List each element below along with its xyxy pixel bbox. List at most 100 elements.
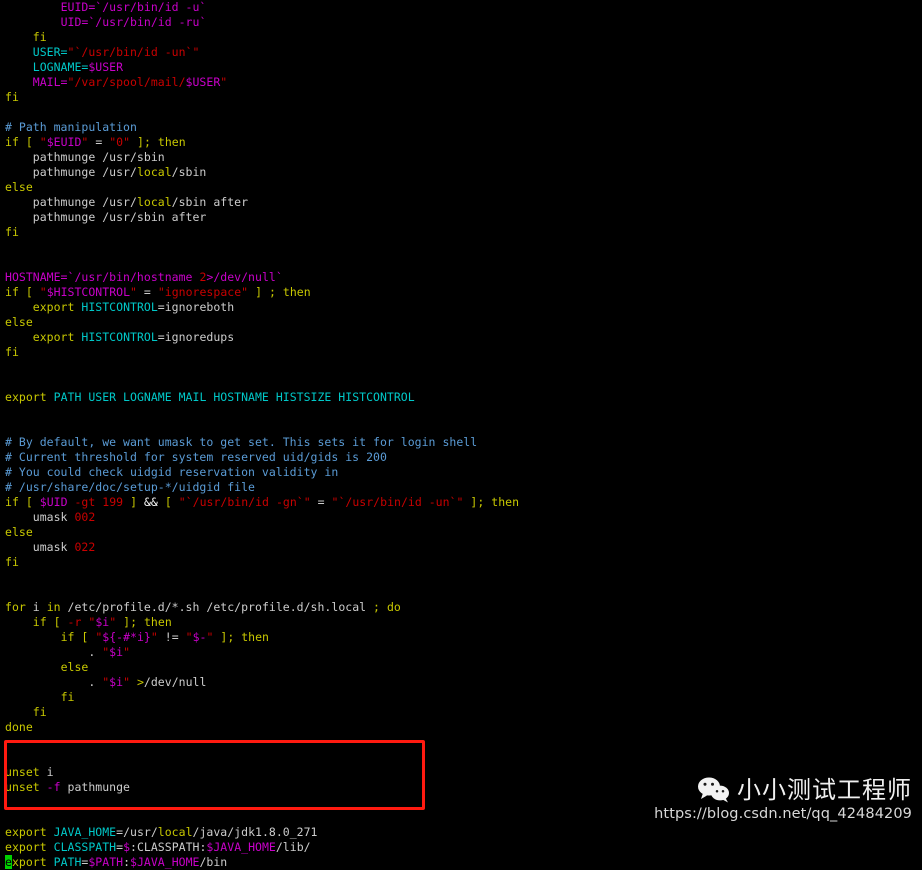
code-line[interactable]: . "$i" [5, 645, 922, 660]
code-line[interactable]: export PATH=$PATH:$JAVA_HOME/bin [5, 855, 922, 870]
code-line[interactable]: export PATH USER LOGNAME MAIL HOSTNAME H… [5, 390, 922, 405]
code-line[interactable]: fi [5, 555, 922, 570]
code-token: "ignorespace" [157, 285, 249, 299]
code-line[interactable]: export HISTCONTROL=ignoreboth [5, 300, 922, 315]
code-token: " [130, 285, 137, 299]
code-line[interactable]: fi [5, 225, 922, 240]
code-line[interactable]: umask 022 [5, 540, 922, 555]
code-line[interactable]: pathmunge /usr/sbin [5, 150, 922, 165]
code-token: HISTCONTROL [81, 300, 158, 314]
code-line[interactable]: else [5, 525, 922, 540]
code-line[interactable] [5, 360, 922, 375]
code-line[interactable]: fi [5, 30, 922, 45]
code-line[interactable]: fi [5, 690, 922, 705]
code-token: " [123, 645, 131, 659]
code-line[interactable]: LOGNAME=$USER [5, 60, 922, 75]
code-line[interactable] [5, 375, 922, 390]
code-token: fi [5, 225, 19, 239]
wechat-icon [697, 777, 731, 803]
code-token: JAVA_HOME [53, 825, 117, 839]
code-token: $JAVA_HOME [130, 855, 200, 869]
code-token: if [5, 495, 19, 509]
code-token: if [5, 285, 19, 299]
code-line[interactable]: if [ "$HISTCONTROL" = "ignorespace" ] ; … [5, 285, 922, 300]
code-line[interactable]: umask 002 [5, 510, 922, 525]
code-line[interactable]: USER="`/usr/bin/id -un`" [5, 45, 922, 60]
code-token: umask [5, 510, 75, 524]
code-line[interactable]: # Path manipulation [5, 120, 922, 135]
code-token: `/usr/bin/hostname [67, 270, 200, 284]
code-token: ; [143, 135, 151, 149]
code-line[interactable]: for i in /etc/profile.d/*.sh /etc/profil… [5, 600, 922, 615]
code-token: # /usr/share/doc/setup-*/uidgid file [5, 480, 255, 494]
code-token: `/usr/bin/id -ru` [88, 15, 207, 29]
code-line[interactable]: else [5, 660, 922, 675]
code-line[interactable] [5, 255, 922, 270]
code-token: /bin [199, 855, 228, 869]
code-line[interactable] [5, 240, 922, 255]
code-line[interactable]: export JAVA_HOME=/usr/local/java/jdk1.8.… [5, 825, 922, 840]
code-line[interactable]: fi [5, 90, 922, 105]
code-token: export [32, 330, 75, 344]
code-line[interactable] [5, 585, 922, 600]
code-line[interactable]: pathmunge /usr/local/sbin after [5, 195, 922, 210]
code-token: pathmunge /usr/sbin after [5, 210, 207, 224]
code-line[interactable]: MAIL="/var/spool/mail/$USER" [5, 75, 922, 90]
code-line[interactable]: else [5, 180, 922, 195]
code-token: PATH USER LOGNAME MAIL HOSTNAME HISTSIZE… [53, 390, 415, 404]
code-token: pathmunge /usr/sbin [5, 150, 165, 164]
code-token: ] [137, 135, 144, 149]
code-token: /dev/null [143, 675, 207, 689]
code-line[interactable]: fi [5, 345, 922, 360]
code-line[interactable]: UID=`/usr/bin/id -ru` [5, 15, 922, 30]
code-line[interactable] [5, 750, 922, 765]
code-line[interactable]: # You could check uidgid reservation val… [5, 465, 922, 480]
watermark-url: https://blog.csdn.net/qq_42484209 [654, 806, 912, 822]
code-line[interactable] [5, 105, 922, 120]
code-token: /etc/profile.d/*.sh /etc/profile.d/sh.lo… [60, 600, 374, 614]
code-line[interactable]: if [ $UID -gt 199 ] && [ "`/usr/bin/id -… [5, 495, 922, 510]
code-token: 199 [102, 495, 124, 509]
code-token: /sbin [171, 165, 207, 179]
code-line[interactable]: EUID=`/usr/bin/id -u` [5, 0, 922, 15]
code-token: " [220, 75, 228, 89]
code-token: umask [5, 540, 75, 554]
code-line[interactable] [5, 420, 922, 435]
code-token: # By default, we want umask to get set. … [5, 435, 478, 449]
code-token: UID= [60, 15, 89, 29]
code-line[interactable]: if [ "$EUID" = "0" ]; then [5, 135, 922, 150]
code-token: EUID= [60, 0, 96, 14]
code-line[interactable]: export HISTCONTROL=ignoredups [5, 330, 922, 345]
code-line[interactable]: if [ -r "$i" ]; then [5, 615, 922, 630]
code-line[interactable]: # By default, we want umask to get set. … [5, 435, 922, 450]
code-line[interactable]: HOSTNAME=`/usr/bin/hostname 2>/dev/null` [5, 270, 922, 285]
code-line[interactable] [5, 405, 922, 420]
code-line[interactable]: done [5, 720, 922, 735]
code-line[interactable]: # Current threshold for system reserved … [5, 450, 922, 465]
code-line[interactable] [5, 735, 922, 750]
code-line[interactable]: . "$i" >/dev/null [5, 675, 922, 690]
code-token: "0" [109, 135, 131, 149]
code-token: ] [130, 495, 138, 509]
code-line[interactable]: # /usr/share/doc/setup-*/uidgid file [5, 480, 922, 495]
code-line[interactable] [5, 570, 922, 585]
code-line[interactable]: else [5, 315, 922, 330]
code-line[interactable]: pathmunge /usr/sbin after [5, 210, 922, 225]
code-token: ; [373, 600, 380, 614]
code-line[interactable]: pathmunge /usr/local/sbin [5, 165, 922, 180]
code-token: : [123, 855, 131, 869]
code-token: . [5, 645, 103, 659]
code-token: export [5, 840, 47, 854]
code-line[interactable]: export CLASSPATH=$:CLASSPATH:$JAVA_HOME/… [5, 840, 922, 855]
code-editor-content[interactable]: EUID=`/usr/bin/id -u` UID=`/usr/bin/id -… [5, 0, 922, 870]
code-line[interactable]: fi [5, 705, 922, 720]
code-line[interactable]: if [ "${-#*i}" != "$-" ]; then [5, 630, 922, 645]
